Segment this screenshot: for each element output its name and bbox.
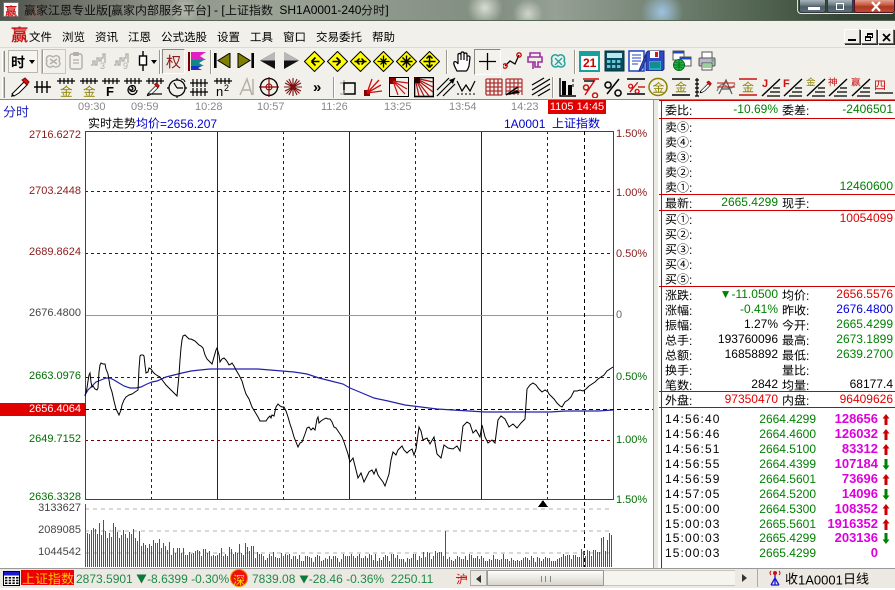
svg-text:21: 21 [583,56,597,70]
svg-text:2: 2 [224,83,229,93]
svg-text:9: 9 [123,61,128,70]
svg-text:J: J [762,78,768,90]
svg-text:F: F [106,84,114,98]
svg-text:3: 3 [100,61,105,70]
svg-text:n: n [216,84,223,98]
svg-text:F: F [783,78,790,90]
